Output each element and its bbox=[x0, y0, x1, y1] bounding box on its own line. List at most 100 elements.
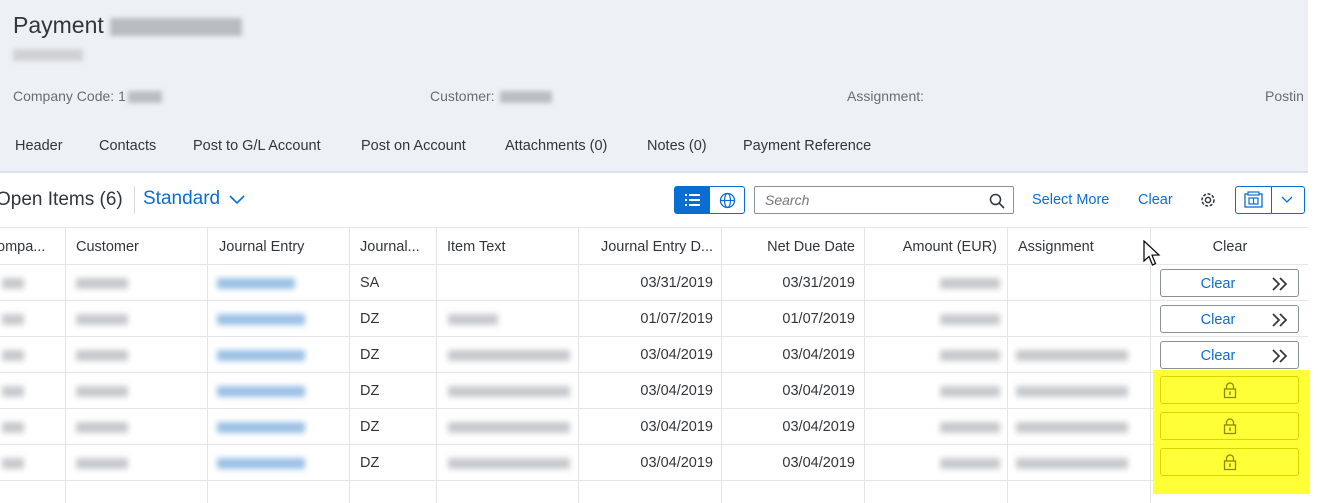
clear-row-label: Clear bbox=[1200, 348, 1236, 364]
redacted-cell bbox=[2, 458, 24, 469]
export-split-button[interactable] bbox=[1235, 186, 1305, 214]
column-journal-entry[interactable]: Journal Entry bbox=[219, 239, 304, 255]
redacted-amount bbox=[940, 350, 1000, 361]
lock-icon bbox=[1223, 382, 1237, 399]
locked-clear-button[interactable] bbox=[1160, 448, 1299, 476]
column-net-due-date[interactable]: Net Due Date bbox=[730, 239, 855, 255]
map-view-toggle[interactable] bbox=[709, 186, 745, 214]
redacted-subtitle bbox=[13, 49, 83, 61]
redacted-assignment bbox=[1016, 458, 1128, 469]
clear-row-button[interactable]: Clear bbox=[1160, 341, 1299, 369]
redacted-item-text bbox=[448, 422, 570, 433]
assignment-field: Assignment: bbox=[847, 88, 924, 104]
clear-row-button[interactable]: Clear bbox=[1160, 305, 1299, 333]
column-customer[interactable]: Customer bbox=[76, 239, 139, 255]
lock-icon bbox=[1223, 418, 1237, 435]
journal-date-cell: 03/04/2019 bbox=[640, 383, 713, 399]
journal-date-cell: 03/31/2019 bbox=[640, 275, 713, 291]
company-code-value: 1 bbox=[118, 88, 126, 104]
double-chevron-right-icon bbox=[1272, 277, 1288, 291]
redacted-cell bbox=[2, 314, 24, 325]
tab-post-on-account[interactable]: Post on Account bbox=[361, 138, 466, 154]
net-due-date-cell: 03/04/2019 bbox=[782, 347, 855, 363]
tab-post-to-gl-account[interactable]: Post to G/L Account bbox=[193, 138, 321, 154]
globe-icon bbox=[719, 192, 736, 209]
journal-entry-link[interactable] bbox=[217, 458, 305, 469]
redacted-cell bbox=[76, 458, 128, 469]
clear-row-button[interactable]: Clear bbox=[1160, 269, 1299, 297]
redacted-item-text bbox=[448, 314, 498, 325]
tab-payment-reference[interactable]: Payment Reference bbox=[743, 138, 871, 154]
search-input[interactable] bbox=[765, 191, 975, 209]
mouse-cursor-icon bbox=[1143, 240, 1161, 266]
journal-entry-link[interactable] bbox=[217, 314, 305, 325]
column-amount[interactable]: Amount (EUR) bbox=[870, 239, 997, 255]
search-icon[interactable] bbox=[989, 193, 1005, 209]
posting-label: Postin bbox=[1265, 88, 1304, 104]
export-icon bbox=[1244, 191, 1263, 208]
journal-type-cell: DZ bbox=[360, 311, 380, 327]
tab-contacts[interactable]: Contacts bbox=[99, 138, 156, 154]
journal-date-cell: 03/04/2019 bbox=[640, 347, 713, 363]
journal-entry-link[interactable] bbox=[217, 422, 305, 433]
redacted-amount bbox=[940, 278, 1000, 289]
clear-row-label: Clear bbox=[1200, 312, 1236, 328]
page-title-text: Payment bbox=[13, 12, 104, 38]
table-title: Open Items (6) bbox=[0, 189, 123, 210]
company-code-field: Company Code: 1 bbox=[13, 88, 162, 104]
locked-clear-button[interactable] bbox=[1160, 376, 1299, 404]
open-items-table: ompa... Customer Journal Entry Journal..… bbox=[0, 227, 1308, 503]
object-page-header: Payment Company Code: 1 Customer: Assign… bbox=[0, 0, 1308, 172]
net-due-date-cell: 03/31/2019 bbox=[782, 275, 855, 291]
list-view-toggle[interactable] bbox=[674, 186, 710, 214]
column-company-code[interactable]: ompa... bbox=[0, 239, 45, 255]
redacted-cell bbox=[76, 350, 128, 361]
column-clear[interactable]: Clear bbox=[1152, 239, 1308, 255]
lock-icon bbox=[1223, 454, 1237, 471]
redacted-item-text bbox=[448, 350, 570, 361]
redacted-amount bbox=[940, 386, 1000, 397]
journal-entry-link[interactable] bbox=[217, 278, 295, 289]
column-journal-entry-date[interactable]: Journal Entry D... bbox=[585, 239, 713, 255]
column-item-text[interactable]: Item Text bbox=[447, 239, 506, 255]
list-view-icon bbox=[685, 194, 700, 206]
redacted-cell bbox=[76, 278, 128, 289]
journal-type-cell: DZ bbox=[360, 419, 380, 435]
redacted-amount bbox=[940, 458, 1000, 469]
clear-row-label: Clear bbox=[1200, 276, 1236, 292]
redacted-assignment bbox=[1016, 422, 1128, 433]
export-button[interactable] bbox=[1236, 187, 1272, 213]
page-title: Payment bbox=[13, 12, 242, 39]
tab-notes[interactable]: Notes (0) bbox=[647, 138, 707, 154]
table-row[interactable]: DZ 03/04/2019 03/04/2019 bbox=[0, 373, 1308, 409]
column-assignment[interactable]: Assignment bbox=[1018, 239, 1094, 255]
journal-date-cell: 03/04/2019 bbox=[640, 419, 713, 435]
journal-type-cell: DZ bbox=[360, 347, 380, 363]
table-row[interactable]: DZ 01/07/2019 01/07/2019 Clear bbox=[0, 301, 1308, 337]
redacted-cell bbox=[2, 422, 24, 433]
table-row[interactable]: SA 03/31/2019 03/31/2019 Clear bbox=[0, 265, 1308, 301]
column-journal-type[interactable]: Journal... bbox=[360, 239, 420, 255]
select-more-button[interactable]: Select More bbox=[1032, 192, 1109, 208]
redacted-amount bbox=[940, 422, 1000, 433]
table-row[interactable]: DZ 03/04/2019 03/04/2019 bbox=[0, 409, 1308, 445]
clear-button[interactable]: Clear bbox=[1138, 192, 1173, 208]
journal-entry-link[interactable] bbox=[217, 386, 305, 397]
search-field[interactable] bbox=[754, 186, 1014, 214]
journal-date-cell: 03/04/2019 bbox=[640, 455, 713, 471]
double-chevron-right-icon bbox=[1272, 313, 1288, 327]
posting-field: Postin bbox=[1265, 88, 1304, 104]
table-row[interactable]: DZ 03/04/2019 03/04/2019 Clear bbox=[0, 337, 1308, 373]
chevron-down-icon[interactable] bbox=[1280, 195, 1294, 205]
company-code-label: Company Code: bbox=[13, 88, 115, 104]
tab-header[interactable]: Header bbox=[15, 138, 63, 154]
net-due-date-cell: 03/04/2019 bbox=[782, 455, 855, 471]
journal-entry-link[interactable] bbox=[217, 350, 305, 361]
gear-icon[interactable] bbox=[1198, 190, 1218, 210]
table-row[interactable]: DZ 03/04/2019 03/04/2019 bbox=[0, 445, 1308, 481]
variant-selector[interactable]: Standard bbox=[143, 188, 246, 210]
tab-attachments[interactable]: Attachments (0) bbox=[505, 138, 607, 154]
locked-clear-button[interactable] bbox=[1160, 412, 1299, 440]
journal-type-cell: DZ bbox=[360, 383, 380, 399]
redacted-cell bbox=[2, 278, 24, 289]
